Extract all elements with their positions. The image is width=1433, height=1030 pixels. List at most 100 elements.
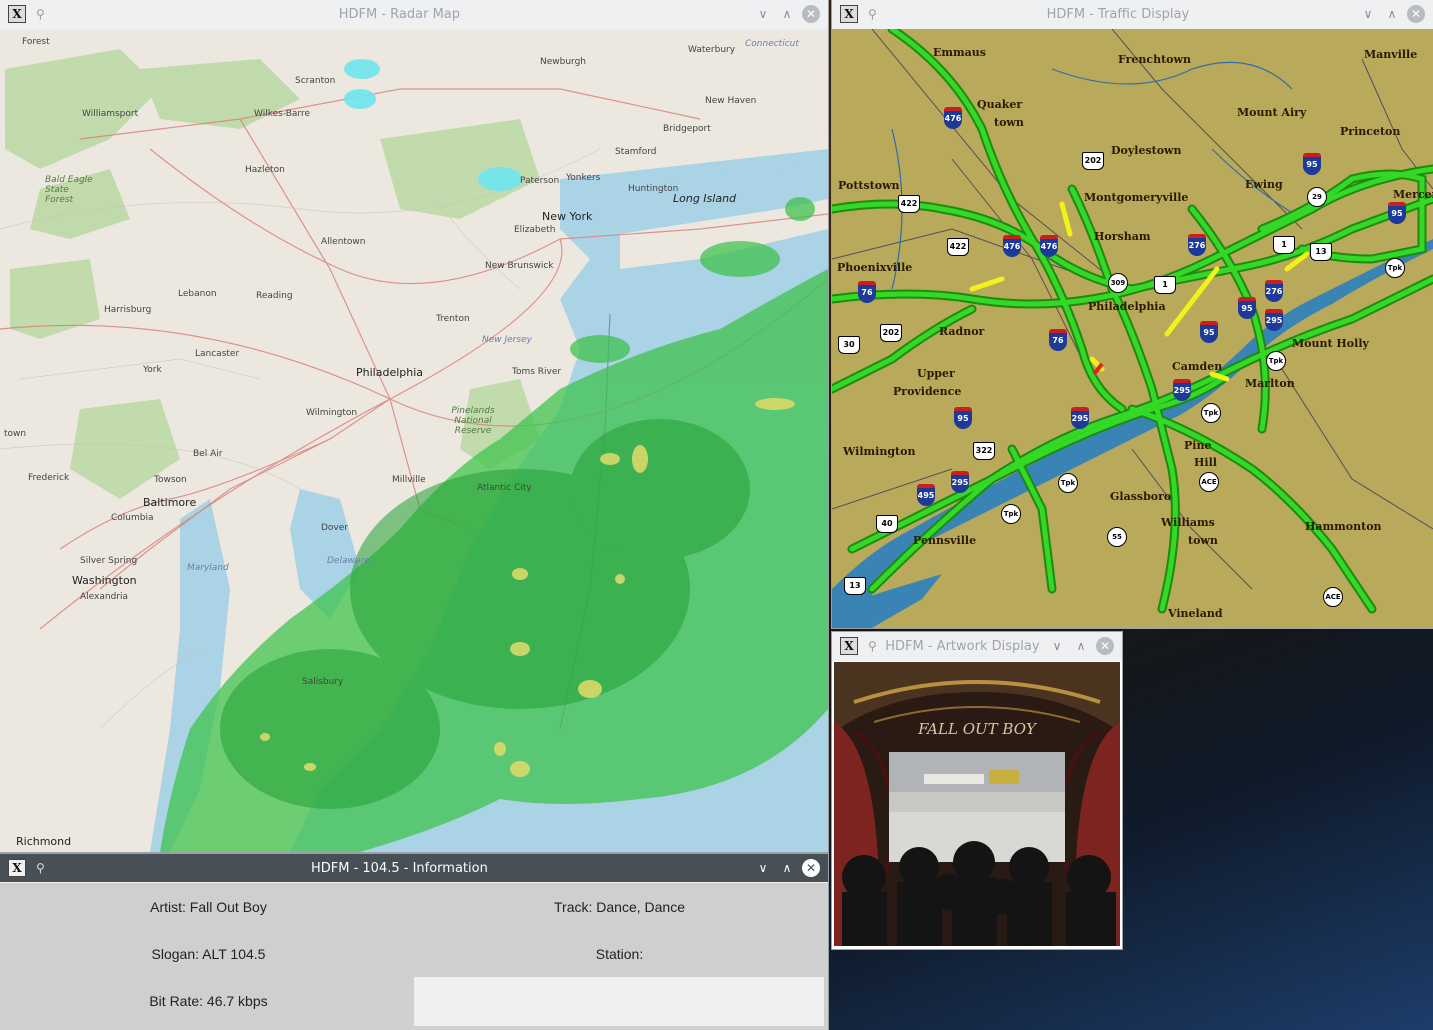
town-label: Doylestown xyxy=(1111,144,1182,157)
town-label: Manville xyxy=(1364,48,1418,61)
map-label: Elizabeth xyxy=(514,225,556,235)
map-label: Alexandria xyxy=(80,592,129,602)
interstate-shield-icon: 95 xyxy=(1303,153,1321,175)
album-cover-image: FALL OUT BOY xyxy=(834,662,1120,946)
radar-map-canvas xyxy=(0,29,828,852)
close-button[interactable]: ✕ xyxy=(1407,5,1425,23)
interstate-shield-icon: 276 xyxy=(1265,280,1283,302)
map-label: Baltimore xyxy=(143,496,197,509)
window-title: HDFM - 104.5 - Information xyxy=(310,860,488,876)
map-label: Silver Spring xyxy=(80,556,138,566)
traffic-map[interactable]: Emmaus Frenchtown Manville Quaker town M… xyxy=(832,29,1433,628)
maximize-button[interactable]: ∧ xyxy=(1383,5,1401,23)
minimize-button[interactable]: ∨ xyxy=(1359,5,1377,23)
pin-icon[interactable]: ⚲ xyxy=(36,7,45,21)
town-label: Wilmington xyxy=(843,445,916,458)
map-label: Salisbury xyxy=(302,677,344,687)
artwork-titlebar[interactable]: X ⚲ HDFM - Artwork Display ∨ ∧ ✕ xyxy=(832,632,1122,660)
map-label: Williamsport xyxy=(82,109,139,119)
maximize-button[interactable]: ∧ xyxy=(1072,637,1090,655)
interstate-shield-icon: 76 xyxy=(1049,329,1067,351)
us-route-shield-icon: 422 xyxy=(947,238,969,256)
map-label: Newburgh xyxy=(540,57,587,67)
town-label: Ewing xyxy=(1245,178,1283,191)
map-label: Pinelands National Reserve xyxy=(451,406,495,436)
route-marker-icon: ACE xyxy=(1199,472,1219,492)
route-marker-icon: ACE xyxy=(1323,587,1343,607)
information-window[interactable]: X ⚲ HDFM - 104.5 - Information ∨ ∧ ✕ Art… xyxy=(0,854,828,1030)
town-label: Providence xyxy=(893,385,962,398)
interstate-shield-icon: 495 xyxy=(917,484,935,506)
town-label: Frenchtown xyxy=(1118,53,1191,66)
interstate-shield-icon: 476 xyxy=(944,107,962,129)
traffic-display-window[interactable]: X ⚲ HDFM - Traffic Display ∨ ∧ ✕ Emmaus … xyxy=(832,0,1433,628)
interstate-shield-icon: 95 xyxy=(1388,202,1406,224)
close-button[interactable]: ✕ xyxy=(1096,637,1114,655)
route-marker-icon: Tpk xyxy=(1001,504,1021,524)
map-label: Harrisburg xyxy=(104,305,152,315)
map-label: Stamford xyxy=(615,147,657,157)
map-label: New Jersey xyxy=(482,335,532,345)
close-button[interactable]: ✕ xyxy=(802,859,820,877)
town-label: Camden xyxy=(1172,360,1223,373)
radar-titlebar[interactable]: X ⚲ HDFM - Radar Map ∨ ∧ ✕ xyxy=(0,0,828,28)
town-label: Pottstown xyxy=(838,179,900,192)
map-label: Dover xyxy=(321,523,348,533)
minimize-button[interactable]: ∨ xyxy=(754,5,772,23)
traffic-titlebar[interactable]: X ⚲ HDFM - Traffic Display ∨ ∧ ✕ xyxy=(832,0,1433,28)
window-title: HDFM - Traffic Display xyxy=(1046,6,1190,22)
interstate-shield-icon: 295 xyxy=(1071,407,1089,429)
bitrate-label: Bit Rate: 46.7 kbps xyxy=(149,992,268,1009)
interstate-shield-icon: 276 xyxy=(1188,234,1206,256)
info-titlebar[interactable]: X ⚲ HDFM - 104.5 - Information ∨ ∧ ✕ xyxy=(0,854,828,882)
pin-icon[interactable]: ⚲ xyxy=(868,7,877,21)
map-label: Towson xyxy=(154,475,187,485)
town-label: Marlton xyxy=(1245,377,1295,390)
pin-icon[interactable]: ⚲ xyxy=(868,639,877,653)
town-label: Hammonton xyxy=(1305,520,1382,533)
app-icon[interactable]: X xyxy=(840,5,858,23)
us-route-shield-icon: 202 xyxy=(880,324,902,342)
radar-map[interactable]: Forest Connecticut Waterbury Newburgh Sc… xyxy=(0,29,828,852)
map-label: New Haven xyxy=(705,96,757,106)
interstate-shield-icon: 95 xyxy=(1200,321,1218,343)
map-label: Hazleton xyxy=(245,165,285,175)
pin-icon[interactable]: ⚲ xyxy=(36,861,45,875)
maximize-button[interactable]: ∧ xyxy=(778,859,796,877)
radar-map-window[interactable]: X ⚲ HDFM - Radar Map ∨ ∧ ✕ Forest Connec… xyxy=(0,0,828,852)
map-label: New York xyxy=(542,210,593,223)
route-marker-icon: Tpk xyxy=(1266,351,1286,371)
maximize-button[interactable]: ∧ xyxy=(778,5,796,23)
map-label: Huntington xyxy=(628,184,679,194)
app-icon[interactable]: X xyxy=(8,859,26,877)
interstate-shield-icon: 476 xyxy=(1040,235,1058,257)
us-route-shield-icon: 202 xyxy=(1082,152,1104,170)
app-icon[interactable]: X xyxy=(840,637,858,655)
minimize-button[interactable]: ∨ xyxy=(1048,637,1066,655)
town-label: Hill xyxy=(1194,456,1217,469)
town-label: Pine xyxy=(1184,439,1212,452)
map-label: Wilkes-Barre xyxy=(254,109,311,119)
minimize-button[interactable]: ∨ xyxy=(754,859,772,877)
map-label: Richmond xyxy=(16,835,72,848)
artist-label: Artist: Fall Out Boy xyxy=(150,898,267,915)
town-label: town xyxy=(1188,534,1218,547)
map-label: Millville xyxy=(392,475,426,485)
route-marker-icon: 55 xyxy=(1107,527,1127,547)
album-title-text: FALL OUT BOY xyxy=(917,720,1038,738)
app-icon[interactable]: X xyxy=(8,5,26,23)
map-label: Long Island xyxy=(673,192,737,205)
map-label: Wilmington xyxy=(306,408,358,418)
route-marker-icon: Tpk xyxy=(1058,473,1078,493)
map-label: Bel Air xyxy=(193,449,223,459)
close-button[interactable]: ✕ xyxy=(802,5,820,23)
empty-cell xyxy=(414,977,824,1026)
map-label: Columbia xyxy=(111,513,154,523)
town-label: Princeton xyxy=(1340,125,1401,138)
map-label: Lebanon xyxy=(178,289,217,299)
artwork-display-window[interactable]: X ⚲ HDFM - Artwork Display ∨ ∧ ✕ FALL OU… xyxy=(832,632,1122,949)
town-label: Quaker xyxy=(977,98,1023,111)
town-label: Mount Holly xyxy=(1292,337,1369,350)
town-label: Emmaus xyxy=(933,46,986,59)
map-label: town xyxy=(4,429,27,439)
